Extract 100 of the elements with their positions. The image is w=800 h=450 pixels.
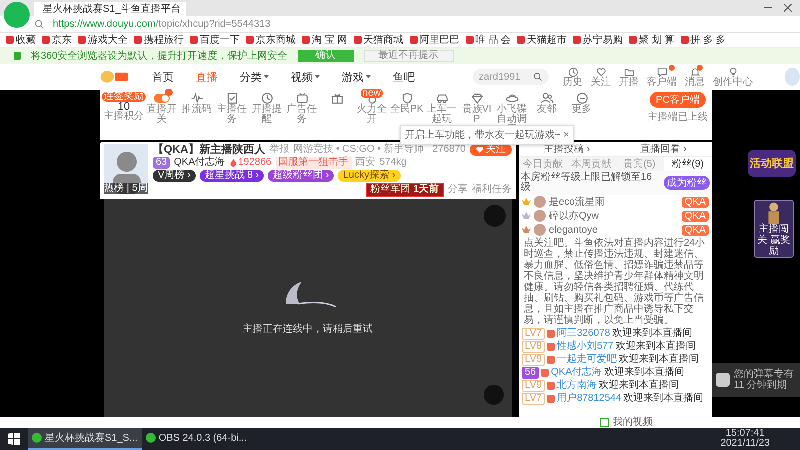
bookmark[interactable]: 收藏: [6, 33, 36, 47]
toolbar-item[interactable]: 主播任务: [215, 92, 249, 125]
caret-icon[interactable]: [315, 75, 320, 79]
user-name[interactable]: QKA付志海: [551, 367, 602, 378]
car-icon: [436, 92, 448, 105]
confirm-button[interactable]: 确认: [298, 50, 354, 62]
bookmark[interactable]: 淘 宝 网: [302, 33, 348, 47]
user-name[interactable]: 一起走可爱吧: [557, 354, 618, 365]
share-link[interactable]: 分享: [448, 184, 468, 196]
taskbar-window[interactable]: OBS 24.0.3 (64-bi...: [142, 428, 252, 450]
clock-icon: [568, 66, 578, 78]
user-name[interactable]: 用户87812544: [557, 393, 622, 404]
rank-tab[interactable]: 贵宾(5): [616, 157, 664, 171]
tooltip: 开启上车功能，带水友一起玩游戏~ ×: [400, 125, 574, 145]
pc-client-button[interactable]: PC客户端: [650, 92, 706, 108]
weight-text: 574kg: [380, 157, 407, 169]
header-action[interactable]: 消息: [685, 66, 705, 88]
search-text: zard1991: [479, 72, 522, 82]
room-chip[interactable]: V周榜 ›: [153, 170, 196, 182]
score-label: 主播积分: [104, 112, 144, 122]
fan-badge: QKA: [682, 210, 709, 222]
dismiss-button[interactable]: 最近不再提示: [364, 50, 454, 62]
level-badge: LV9: [522, 380, 546, 392]
add-icon[interactable]: [600, 418, 609, 427]
bookmark[interactable]: 天猫商城: [354, 33, 404, 47]
chat-message: 欢迎来到本直播间: [619, 354, 700, 365]
browser-logo[interactable]: [4, 2, 30, 28]
room-chip[interactable]: 超级粉丝团 ›: [268, 170, 334, 182]
toolbar-item[interactable]: 上车一起玩: [425, 92, 459, 125]
bookmark[interactable]: 游戏大全: [78, 33, 128, 47]
header-action[interactable]: 开播: [619, 66, 639, 88]
checklist-icon: [226, 92, 238, 105]
bookmark[interactable]: 京东商城: [246, 33, 296, 47]
close-icon[interactable]: [784, 4, 792, 12]
bookmark[interactable]: 苏宁易购: [573, 33, 624, 47]
event-card[interactable]: 主播闯关 赢奖励: [754, 200, 794, 258]
level-badge: LV7: [522, 392, 546, 404]
chat-message: 欢迎来到本直播间: [616, 341, 696, 352]
join-fan-button[interactable]: 成为粉丝: [664, 176, 710, 190]
header-action[interactable]: 创作中心: [713, 66, 753, 88]
toolbar-item[interactable]: 友邻: [530, 92, 564, 115]
room-chip[interactable]: 超星挑战 8 ›: [200, 170, 264, 182]
header-action[interactable]: 关注: [591, 66, 611, 88]
bookmark[interactable]: 携程旅行: [134, 33, 184, 47]
header-action[interactable]: 历史: [563, 66, 583, 88]
rank-tab[interactable]: 今日贡献: [519, 157, 568, 171]
army-banner[interactable]: 粉丝军团 1天前: [366, 183, 444, 197]
taskbar-window[interactable]: 星火杯挑战赛S1_S...: [28, 428, 142, 450]
url-field[interactable]: https://www.douyu.com/topic/xhcup?rid=5544313: [53, 18, 271, 30]
toolbar-item[interactable]: new 火力全开: [355, 92, 389, 125]
ad-icon: [296, 92, 308, 105]
room-title: 【QKA】新主播陕西人: [153, 144, 266, 156]
user-name[interactable]: 碎以亦Qyw: [549, 209, 679, 223]
rank-tab[interactable]: 粉丝(9): [664, 157, 712, 171]
level-badge: 63: [153, 157, 170, 169]
bookmark[interactable]: 京东: [42, 33, 72, 47]
room-chip[interactable]: Lucky探索 ›: [338, 170, 401, 182]
caret-icon[interactable]: [264, 75, 269, 79]
toolbar-item[interactable]: 直播开关: [145, 92, 179, 125]
task-link[interactable]: 福利任务: [472, 184, 512, 196]
event-banner[interactable]: 活动联盟: [748, 150, 796, 177]
toolbar-item[interactable]: 推流码: [180, 92, 214, 115]
user-name[interactable]: 阿三326078: [557, 328, 610, 339]
my-videos-link[interactable]: 我的视频: [613, 418, 653, 428]
bookmark[interactable]: 百度一下: [190, 33, 240, 47]
user-name[interactable]: elegantoye: [549, 224, 679, 236]
bookmark[interactable]: 阿里巴巴: [410, 33, 460, 47]
toolbar-item[interactable]: 广告任务: [285, 92, 319, 125]
toolbar-item[interactable]: 开播提醒: [250, 92, 284, 125]
start-icon[interactable]: [8, 433, 20, 445]
bookmark[interactable]: 天猫超市: [517, 33, 568, 47]
user-name[interactable]: 是eco流星雨: [549, 195, 679, 209]
nav-link[interactable]: 视频: [291, 70, 313, 84]
rank-tab[interactable]: 本周贡献: [567, 157, 616, 171]
toggle-icon[interactable]: [154, 94, 170, 103]
browser-tab[interactable]: 星火杯挑战赛S1_斗鱼直播平台: [34, 2, 186, 16]
score-value: 10: [118, 102, 130, 112]
report-link[interactable]: 举报: [269, 144, 290, 156]
chat-link[interactable]: 直播回看 ›: [640, 142, 687, 156]
user-name[interactable]: 北方南海: [557, 380, 598, 391]
chat-icon: [656, 66, 668, 78]
nav-link[interactable]: 游戏: [342, 70, 364, 84]
toolbar-item[interactable]: 贵族VIP: [460, 92, 494, 125]
nav-link[interactable]: 分类: [240, 70, 262, 84]
nav-link[interactable]: 鱼吧: [393, 70, 415, 84]
streamer-avatar: 热榜 | 5周: [104, 144, 148, 194]
nav-link[interactable]: 首页: [152, 70, 174, 84]
folder-icon: [624, 66, 634, 78]
bookmark[interactable]: 唯 品 会: [466, 33, 512, 47]
search-field[interactable]: zard1991: [473, 69, 549, 85]
header-action[interactable]: 客户端: [647, 66, 677, 88]
user-avatar: [534, 196, 546, 208]
level-badge: LV7: [522, 328, 546, 340]
caret-icon[interactable]: [366, 75, 371, 79]
bookmark[interactable]: 聚 划 算: [629, 33, 675, 47]
bookmark[interactable]: 拼 多 多: [680, 33, 726, 47]
nav-link[interactable]: 直播: [196, 70, 218, 84]
user-name[interactable]: 性感小刘577: [557, 341, 614, 352]
toolbar-item[interactable]: 更多: [565, 92, 599, 115]
toolbar-item[interactable]: 全民PK: [390, 92, 424, 115]
